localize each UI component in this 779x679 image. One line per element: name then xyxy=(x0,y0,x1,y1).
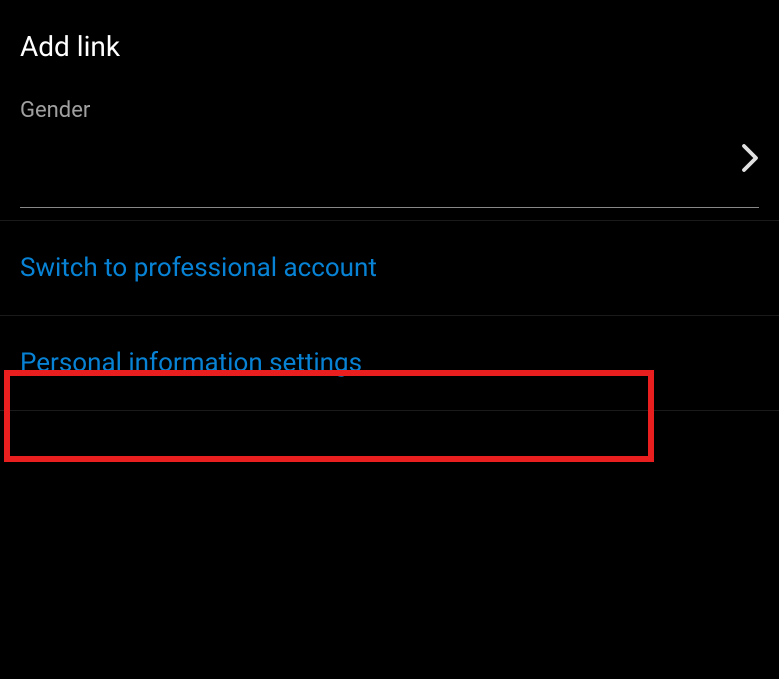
switch-professional-account-row[interactable]: Switch to professional account xyxy=(0,233,779,303)
divider xyxy=(0,410,779,411)
add-link-row[interactable]: Add link xyxy=(0,0,779,73)
chevron-right-icon xyxy=(741,143,759,177)
personal-information-settings-row[interactable]: Personal information settings xyxy=(0,328,779,398)
gender-row[interactable] xyxy=(20,143,759,208)
add-link-label: Add link xyxy=(20,30,120,63)
divider xyxy=(0,315,779,316)
personal-info-label: Personal information settings xyxy=(20,348,362,378)
switch-professional-label: Switch to professional account xyxy=(20,253,377,283)
gender-field-label: Gender xyxy=(20,98,759,123)
divider xyxy=(0,220,779,221)
gender-section[interactable]: Gender xyxy=(0,73,779,208)
